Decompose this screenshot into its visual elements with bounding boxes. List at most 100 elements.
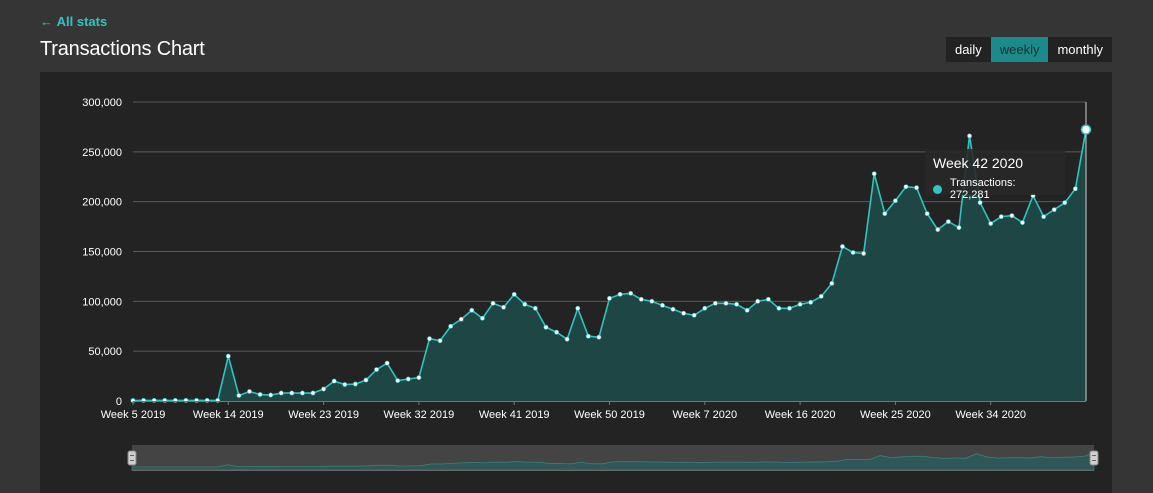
data-point [469, 307, 475, 313]
data-point [850, 250, 856, 255]
data-point [998, 214, 1004, 220]
data-point [321, 386, 326, 392]
chart-tooltip: Week 42 2020 Transactions: 272,281 [925, 149, 1065, 201]
data-point [1051, 207, 1057, 213]
page-title: Transactions Chart [40, 38, 205, 60]
data-point [967, 133, 972, 139]
data-point [1073, 186, 1078, 192]
data-point [988, 221, 994, 226]
data-point [924, 211, 930, 217]
period-daily-button[interactable]: daily [945, 37, 991, 62]
data-point [374, 367, 379, 373]
x-tick-label: Week 25 2020 [860, 409, 931, 421]
data-point [437, 338, 443, 344]
data-point [564, 336, 570, 342]
data-point [363, 377, 369, 383]
period-monthly-button[interactable]: monthly [1048, 37, 1112, 62]
highlighted-data-point [1080, 124, 1092, 135]
data-point [352, 381, 358, 387]
data-point [247, 389, 252, 394]
x-tick-label: Week 34 2020 [955, 409, 1026, 421]
x-tick-label: Week 23 2019 [288, 409, 359, 421]
data-point [808, 299, 814, 305]
data-point [532, 305, 538, 311]
all-stats-link[interactable]: ← All stats [40, 14, 107, 29]
data-point [903, 184, 909, 190]
data-point [893, 198, 898, 204]
period-toggle: daily weekly monthly [945, 37, 1112, 62]
data-point [331, 378, 337, 384]
back-arrow-icon: ← [40, 14, 53, 29]
data-point [638, 296, 644, 302]
navigator-left-handle[interactable] [127, 450, 137, 466]
x-tick-label: Week 5 2019 [101, 409, 166, 421]
data-point [956, 225, 962, 230]
data-point [257, 392, 263, 397]
data-point [236, 393, 242, 398]
data-point [734, 301, 739, 307]
data-point [585, 333, 591, 339]
data-point [744, 307, 750, 313]
data-point [480, 315, 485, 321]
handle-grip[interactable] [127, 450, 137, 466]
data-point [914, 185, 919, 191]
data-point [448, 323, 454, 329]
data-point [1020, 220, 1025, 225]
tooltip-title: Week 42 2020 [933, 155, 1024, 171]
data-point [543, 324, 549, 330]
data-point [554, 329, 559, 335]
tooltip-row: Transactions: 272,281 [933, 177, 1057, 201]
y-tick-label: 300,000 [82, 97, 122, 109]
navigator-right-handle[interactable] [1089, 450, 1099, 466]
data-point [681, 310, 687, 316]
data-point [723, 300, 729, 306]
data-point [755, 298, 761, 304]
y-tick-label: 100,000 [82, 296, 122, 308]
data-point [945, 219, 951, 224]
data-point [649, 298, 655, 304]
data-point [416, 375, 422, 380]
data-point [829, 280, 835, 286]
x-tick-label: Week 14 2019 [193, 409, 264, 421]
data-point [607, 295, 612, 301]
data-point [660, 302, 665, 308]
data-point [575, 305, 581, 311]
data-point [1062, 200, 1068, 206]
y-tick-label: 250,000 [82, 147, 122, 159]
data-point [278, 390, 284, 396]
data-point [522, 301, 528, 307]
data-point [871, 171, 877, 177]
transactions-chart[interactable]: 0 50,000 100,000 150,000 200,000 250,000 300,0… [40, 72, 1112, 493]
x-tick-label: Week 41 2019 [479, 409, 550, 421]
data-point [384, 360, 390, 366]
series-dot-icon [933, 184, 942, 194]
data-point [342, 382, 348, 387]
data-point [861, 251, 867, 256]
period-weekly-button[interactable]: weekly [990, 37, 1049, 62]
tooltip-value: Transactions: 272,281 [949, 177, 1016, 201]
data-point [427, 336, 432, 342]
data-point [882, 211, 888, 217]
x-tick-label: Week 16 2020 [765, 409, 836, 421]
data-point [765, 296, 771, 302]
data-point [797, 301, 803, 307]
x-tick-label: Week 50 2019 [574, 409, 645, 421]
data-point [818, 293, 824, 299]
data-point [596, 334, 602, 340]
handle-grip[interactable] [1089, 450, 1099, 466]
data-point [977, 200, 983, 206]
data-point [628, 290, 634, 296]
data-point [395, 378, 401, 383]
data-point [1041, 214, 1047, 220]
data-point [310, 390, 316, 396]
data-point [405, 376, 411, 382]
data-point [300, 390, 305, 396]
data-point [490, 300, 496, 306]
data-point [501, 304, 507, 310]
data-point [511, 291, 517, 297]
data-point [617, 291, 623, 297]
data-point [670, 306, 676, 312]
x-tick-label: Week 32 2019 [384, 409, 455, 421]
y-tick-label: 150,000 [82, 247, 122, 259]
data-point [691, 312, 697, 318]
